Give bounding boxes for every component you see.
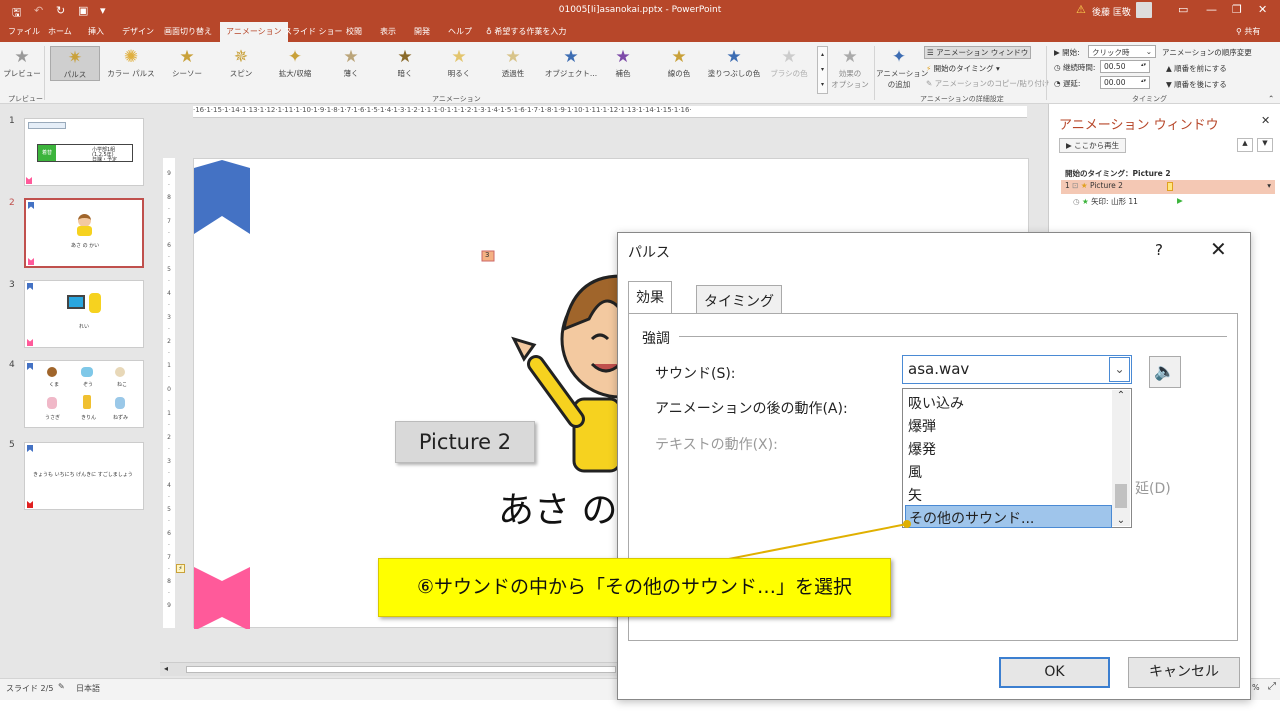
instruction-callout: ⑥サウンドの中から「その他のサウンド…」を選択: [378, 558, 891, 617]
